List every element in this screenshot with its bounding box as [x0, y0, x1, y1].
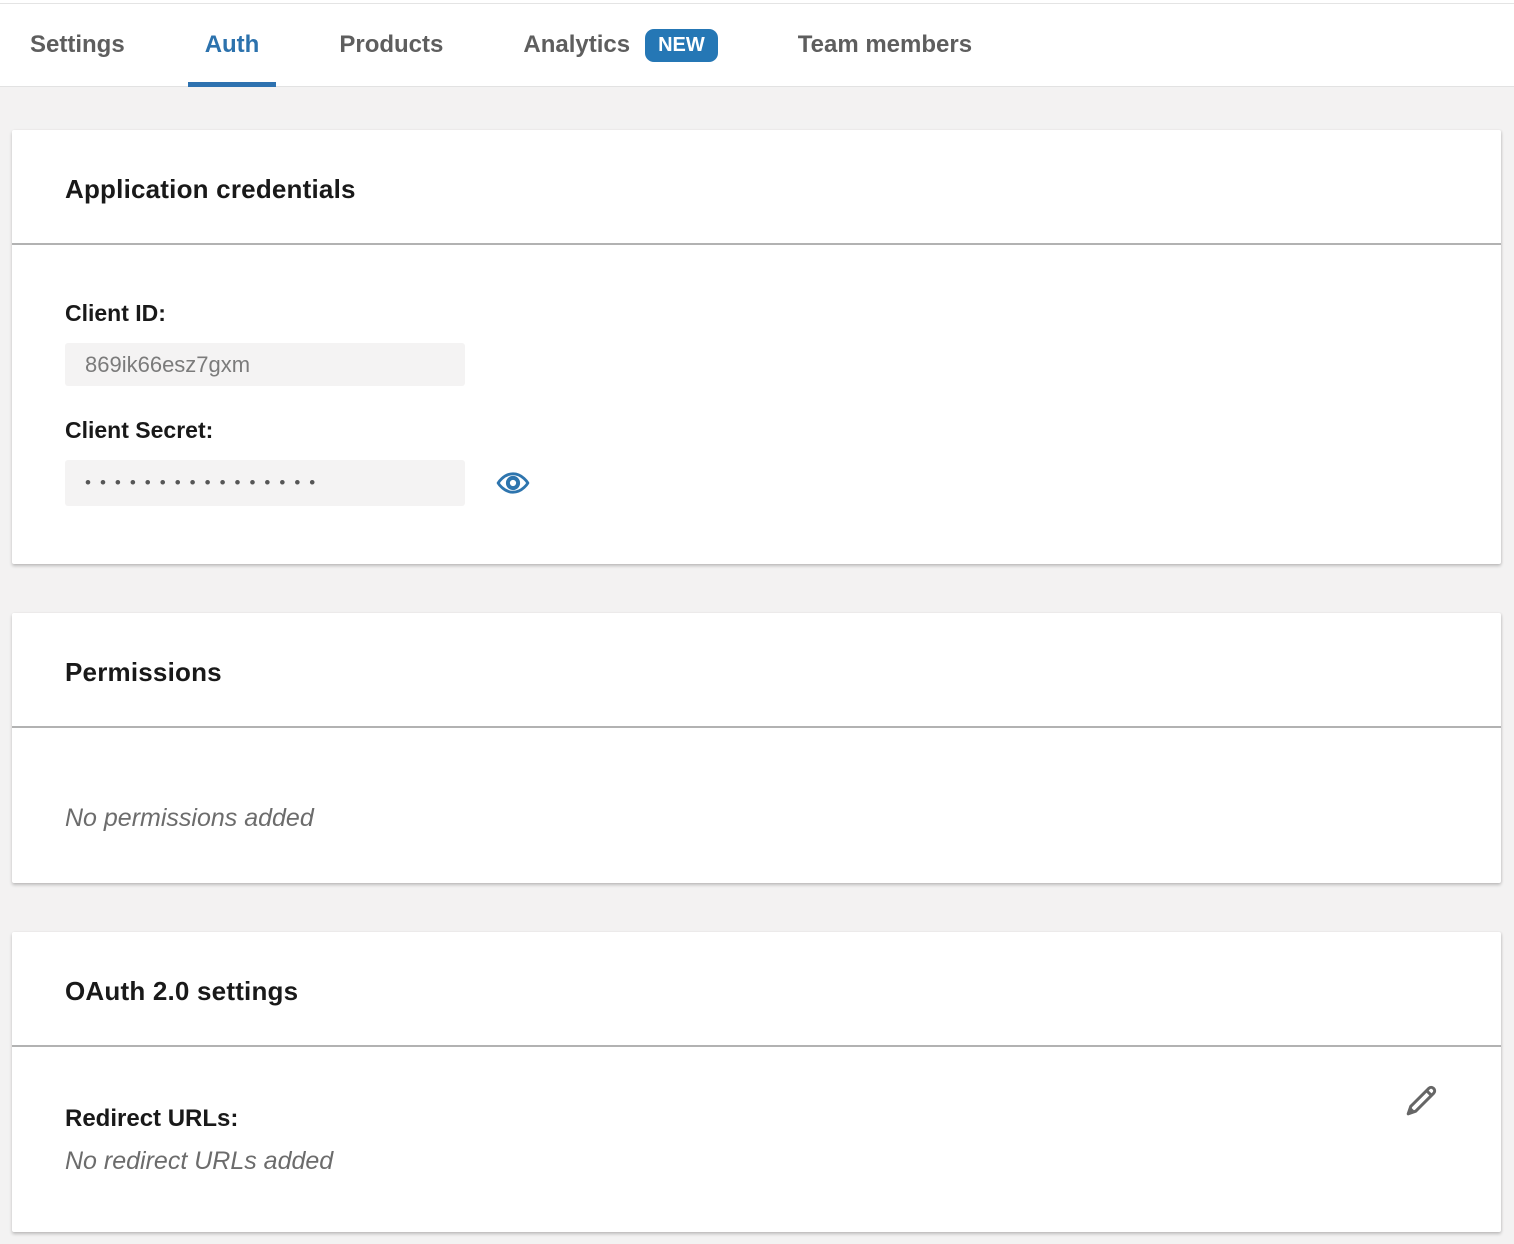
client-secret-label: Client Secret:: [65, 417, 1448, 444]
auth-tab-content: Application credentials Client ID: 869ik…: [0, 87, 1514, 1243]
spacer: [65, 386, 1448, 417]
edit-redirect-urls-button[interactable]: [1401, 1079, 1443, 1121]
pencil-edit-icon: [1401, 1079, 1443, 1121]
new-badge: NEW: [645, 29, 718, 62]
client-id-value[interactable]: 869ik66esz7gxm: [65, 343, 465, 386]
tab-analytics[interactable]: Analytics NEW: [523, 4, 717, 86]
eye-icon: [496, 466, 530, 500]
application-credentials-card: Application credentials Client ID: 869ik…: [12, 130, 1501, 564]
tab-auth[interactable]: Auth: [205, 4, 260, 86]
no-redirect-urls-text: No redirect URLs added: [65, 1147, 1448, 1176]
oauth-settings-card: OAuth 2.0 settings Redirect URLs: No red…: [12, 932, 1501, 1232]
reveal-secret-button[interactable]: [496, 466, 530, 500]
permissions-header: Permissions: [12, 613, 1501, 728]
no-permissions-text: No permissions added: [65, 804, 1448, 833]
permissions-title: Permissions: [65, 657, 1448, 688]
oauth-settings-title: OAuth 2.0 settings: [65, 976, 1448, 1007]
tab-analytics-label: Analytics: [523, 31, 630, 59]
redirect-urls-label: Redirect URLs:: [65, 1105, 1448, 1133]
client-id-label: Client ID:: [65, 300, 1448, 327]
tab-settings[interactable]: Settings: [30, 4, 125, 86]
oauth-settings-header: OAuth 2.0 settings: [12, 932, 1501, 1047]
tab-products[interactable]: Products: [339, 4, 443, 86]
permissions-card: Permissions No permissions added: [12, 613, 1501, 883]
application-credentials-header: Application credentials: [12, 130, 1501, 245]
tab-team-members[interactable]: Team members: [798, 4, 972, 86]
tab-bar: Settings Auth Products Analytics NEW Tea…: [0, 4, 1514, 87]
client-secret-value[interactable]: ••••••••••••••••: [65, 460, 465, 506]
application-credentials-title: Application credentials: [65, 174, 1448, 205]
